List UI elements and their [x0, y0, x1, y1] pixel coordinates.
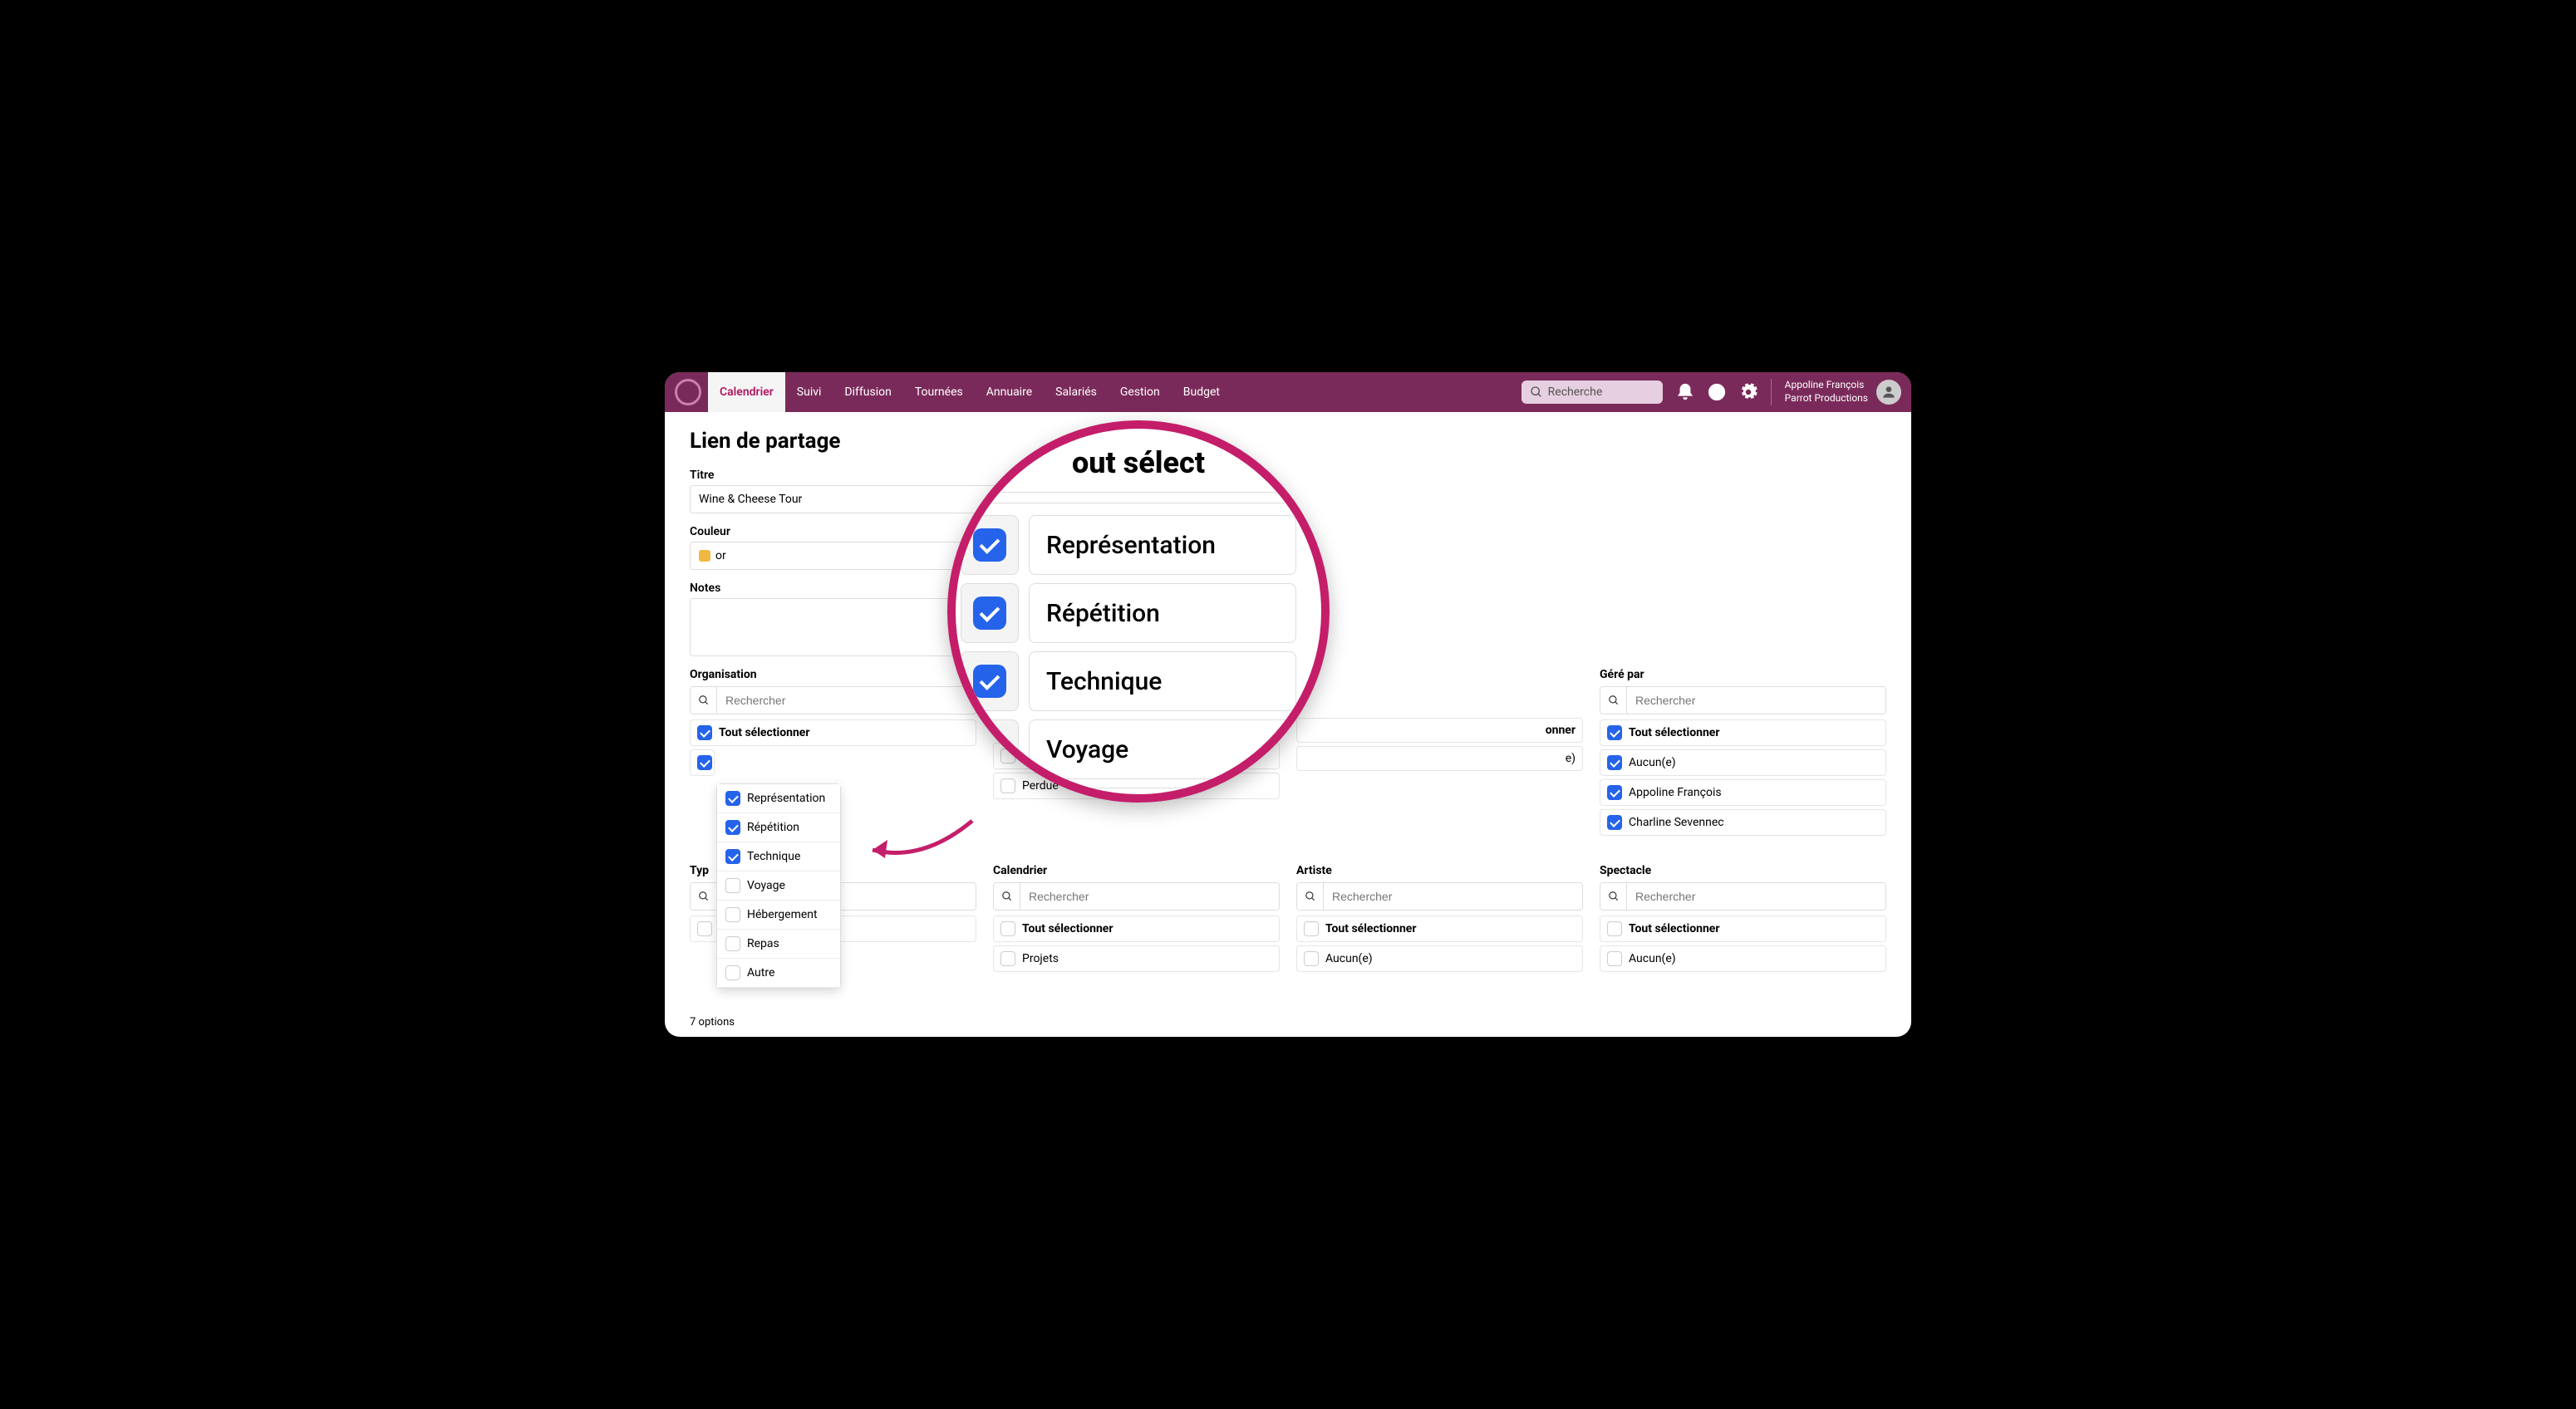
global-search[interactable]: Recherche — [1522, 380, 1663, 404]
checkbox-icon[interactable] — [1607, 725, 1622, 740]
nav-item-annuaire[interactable]: Annuaire — [975, 372, 1044, 412]
checkbox-icon[interactable] — [1607, 815, 1622, 830]
lens-option-row: Répétition — [981, 583, 1296, 643]
checkbox-icon[interactable] — [1000, 951, 1015, 966]
option-row[interactable]: Appoline François — [1600, 779, 1886, 806]
checkbox-icon[interactable] — [1607, 755, 1622, 770]
nav-item-suivi[interactable]: Suivi — [785, 372, 833, 412]
checkbox-icon[interactable] — [1000, 921, 1015, 936]
filter-spectacle: Spectacle Tout sélectionnerAucun(e) — [1600, 864, 1886, 975]
option-row[interactable]: Charline Sevennec — [1600, 809, 1886, 836]
filter-hidden-middle: onner e) — [1296, 668, 1583, 839]
gear-icon[interactable] — [1739, 383, 1757, 401]
checkbox-icon[interactable] — [725, 820, 740, 835]
avatar-icon — [1876, 380, 1901, 405]
checkbox-icon[interactable] — [725, 791, 740, 806]
app-logo-icon — [675, 379, 701, 405]
checkbox-icon[interactable] — [1304, 951, 1319, 966]
option-row[interactable]: Projets — [993, 945, 1280, 972]
dropdown-option[interactable]: Hébergement — [717, 901, 840, 930]
option-row[interactable]: Tout sélectionner — [1600, 719, 1886, 746]
option-row[interactable]: onner — [1296, 718, 1583, 743]
checkbox-icon[interactable] — [1000, 778, 1015, 793]
checkbox-icon[interactable] — [697, 755, 712, 770]
dropdown-option[interactable]: Voyage — [717, 871, 840, 901]
lens-option-row: Représentation — [981, 515, 1296, 575]
filter-artiste: Artiste Tout sélectionnerAucun(e) — [1296, 864, 1583, 975]
spec-search-input[interactable] — [1627, 884, 1885, 909]
org-select-all[interactable]: Tout sélectionner — [690, 719, 976, 746]
checkbox-icon[interactable] — [1607, 785, 1622, 800]
org-search-input[interactable] — [717, 688, 976, 713]
dropdown-option[interactable]: Repas — [717, 930, 840, 959]
help-icon[interactable] — [1708, 383, 1726, 401]
search-icon — [1305, 891, 1316, 902]
user-company: Parrot Productions — [1785, 392, 1868, 405]
main-nav: CalendrierSuiviDiffusionTournéesAnnuaire… — [708, 372, 1231, 412]
option-row[interactable]: e) — [1296, 746, 1583, 771]
option-row[interactable]: Tout sélectionner — [1600, 916, 1886, 942]
nav-item-salariés[interactable]: Salariés — [1044, 372, 1109, 412]
cal-search[interactable] — [993, 882, 1280, 911]
user-menu[interactable]: Appoline François Parrot Productions — [1771, 379, 1901, 405]
checkbox-icon[interactable] — [1607, 951, 1622, 966]
option-row[interactable]: Tout sélectionner — [1296, 916, 1583, 942]
nav-item-tournées[interactable]: Tournées — [903, 372, 975, 412]
checkbox-icon[interactable] — [725, 965, 740, 980]
nav-item-diffusion[interactable]: Diffusion — [833, 372, 902, 412]
checkbox-icon[interactable] — [697, 725, 712, 740]
bell-icon[interactable] — [1676, 383, 1694, 401]
org-search[interactable] — [690, 686, 976, 714]
page-title: Lien de partage — [690, 429, 1886, 454]
search-placeholder: Recherche — [1548, 385, 1603, 399]
app-window: CalendrierSuiviDiffusionTournéesAnnuaire… — [665, 372, 1911, 1037]
checkbox-icon — [973, 528, 1006, 562]
art-search-input[interactable] — [1324, 884, 1582, 909]
color-swatch-icon — [699, 550, 710, 562]
lens-option-row: Technique — [981, 651, 1296, 711]
search-icon — [1530, 385, 1543, 399]
checkbox-icon[interactable] — [697, 921, 712, 936]
topbar: CalendrierSuiviDiffusionTournéesAnnuaire… — [665, 372, 1911, 412]
option-row[interactable]: Aucun(e) — [1600, 945, 1886, 972]
dropdown-option[interactable]: Autre — [717, 959, 840, 988]
checkbox-icon[interactable] — [725, 907, 740, 922]
org-option-partial[interactable] — [690, 749, 715, 776]
filter-calendrier: Calendrier Tout sélectionnerProjets — [993, 864, 1280, 975]
type-dropdown-popup: ReprésentationRépétitionTechniqueVoyageH… — [716, 783, 841, 989]
lens-search-bar — [981, 492, 1296, 503]
checkbox-icon — [973, 665, 1006, 698]
user-name: Appoline François — [1785, 379, 1868, 392]
dropdown-option[interactable]: Technique — [717, 842, 840, 871]
gere-search[interactable] — [1600, 686, 1886, 714]
nav-item-budget[interactable]: Budget — [1172, 372, 1231, 412]
checkbox-icon[interactable] — [1304, 921, 1319, 936]
magnifier-lens: out sélect ReprésentationRépétitionTechn… — [947, 420, 1330, 803]
search-icon — [698, 891, 710, 902]
filter-gere: Géré par Tout sélectionnerAucun(e)Appoli… — [1600, 668, 1886, 839]
top-icons — [1676, 383, 1757, 401]
option-row[interactable]: Tout sélectionner — [993, 916, 1280, 942]
options-count: 7 options — [690, 1016, 735, 1029]
checkbox-icon[interactable] — [725, 878, 740, 893]
gere-search-input[interactable] — [1627, 688, 1885, 713]
search-icon — [1608, 695, 1620, 706]
nav-item-gestion[interactable]: Gestion — [1109, 372, 1172, 412]
art-search[interactable] — [1296, 882, 1583, 911]
option-row[interactable]: Aucun(e) — [1600, 749, 1886, 776]
checkbox-icon — [973, 596, 1006, 630]
search-icon — [1608, 891, 1620, 902]
search-icon — [698, 695, 710, 706]
search-icon — [1001, 891, 1013, 902]
spec-search[interactable] — [1600, 882, 1886, 911]
dropdown-option[interactable]: Répétition — [717, 813, 840, 842]
option-row[interactable]: Aucun(e) — [1296, 945, 1583, 972]
checkbox-icon[interactable] — [725, 936, 740, 951]
dropdown-option[interactable]: Représentation — [717, 784, 840, 813]
checkbox-icon[interactable] — [1607, 921, 1622, 936]
titre-label: Titre — [690, 469, 1886, 482]
checkbox-icon[interactable] — [725, 849, 740, 864]
cal-search-input[interactable] — [1020, 884, 1279, 909]
nav-item-calendrier[interactable]: Calendrier — [708, 372, 785, 412]
